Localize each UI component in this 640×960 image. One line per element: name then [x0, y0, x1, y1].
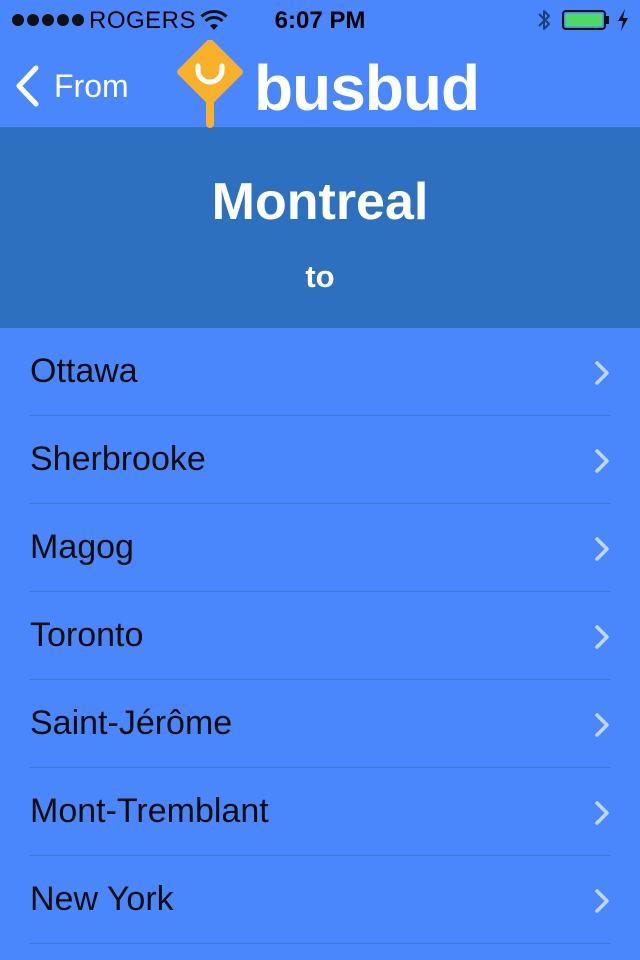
destination-list-item[interactable]: Saint-Jérôme	[0, 680, 640, 768]
chevron-right-icon	[595, 625, 609, 649]
chevron-right-icon	[595, 889, 609, 913]
battery-icon	[562, 10, 609, 30]
destination-label: Ottawa	[30, 352, 138, 390]
bluetooth-icon	[538, 10, 550, 30]
destination-list-item[interactable]: Toronto	[0, 592, 640, 680]
chevron-right-icon	[595, 361, 609, 385]
chevron-right-icon	[595, 449, 609, 473]
destination-list-item[interactable]: Ottawa	[0, 328, 640, 416]
origin-city: Montreal	[211, 173, 429, 231]
chevron-right-icon	[595, 713, 609, 737]
back-button[interactable]: From	[14, 64, 129, 108]
chevron-right-icon	[595, 801, 609, 825]
destination-list-item[interactable]: New York	[0, 856, 640, 944]
back-button-label: From	[54, 67, 129, 104]
navigation-bar: From busbud	[0, 40, 640, 128]
destination-list-item[interactable]: Sherbrooke	[0, 416, 640, 504]
destination-label: Sherbrooke	[30, 440, 206, 478]
status-bar: ROGERS 6:07 PM	[0, 0, 640, 40]
destination-list-item[interactable]: Mont-Tremblant	[0, 768, 640, 856]
origin-header: Montreal to	[0, 128, 640, 328]
destination-label: Saint-Jérôme	[30, 704, 233, 742]
destination-label: Mont-Tremblant	[30, 792, 269, 830]
destination-list: Ottawa Sherbrooke Magog Toronto Saint-Jé…	[0, 328, 640, 944]
chevron-left-icon	[16, 65, 39, 107]
busbud-logo-text: busbud	[254, 52, 480, 124]
destination-label: Toronto	[30, 616, 144, 654]
chevron-right-icon	[595, 537, 609, 561]
origin-connector: to	[305, 259, 335, 294]
destination-label: New York	[30, 880, 174, 918]
destination-label: Magog	[30, 528, 134, 566]
charging-bolt-icon	[618, 9, 628, 31]
destination-list-item[interactable]: Magog	[0, 504, 640, 592]
